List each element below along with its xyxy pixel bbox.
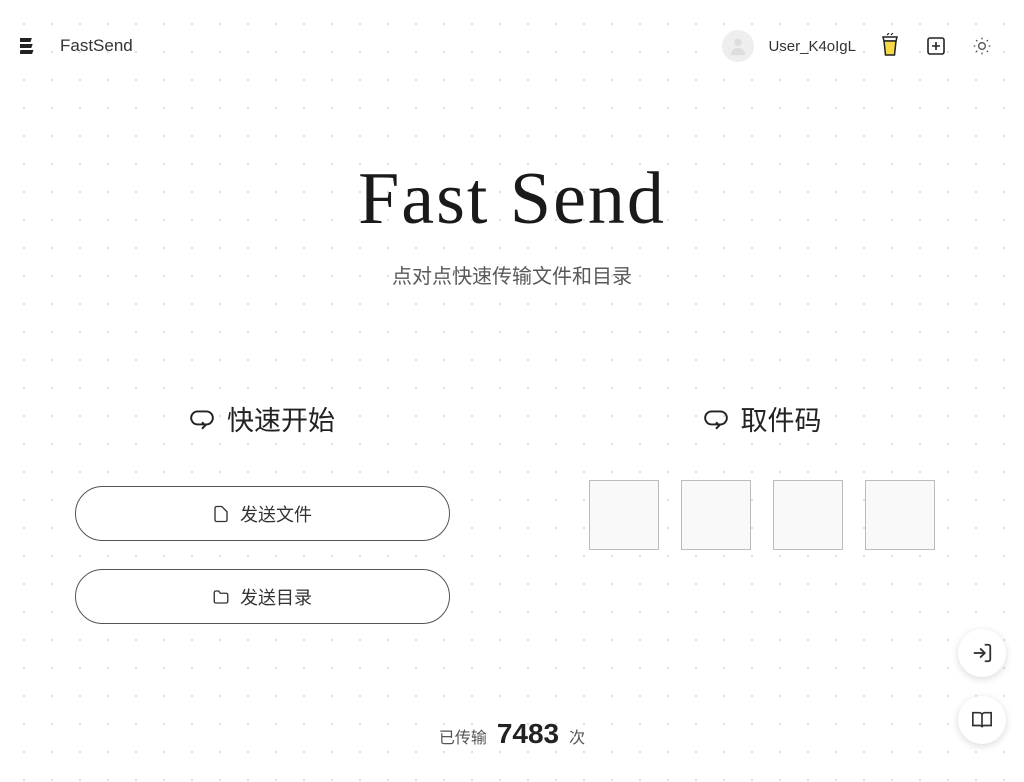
theme-sun-icon[interactable] <box>970 34 994 58</box>
logo-icon <box>20 34 50 58</box>
stats-prefix: 已传输 <box>439 724 487 748</box>
pickup-label: 取件码 <box>741 399 822 438</box>
hero-title: Fast Send <box>0 157 1024 242</box>
login-float-button[interactable] <box>958 629 1006 677</box>
code-box-2[interactable] <box>681 480 751 550</box>
send-file-button[interactable]: 发送文件 <box>75 486 450 541</box>
folder-icon <box>212 588 230 606</box>
avatar[interactable] <box>722 30 754 62</box>
quick-start-label: 快速开始 <box>227 399 335 438</box>
add-icon[interactable] <box>924 34 948 58</box>
book-icon <box>971 709 993 731</box>
code-input-group <box>552 480 972 550</box>
send-dir-button[interactable]: 发送目录 <box>75 569 450 624</box>
quick-start-heading: 快速开始 <box>52 399 472 438</box>
pickup-heading: 取件码 <box>552 399 972 438</box>
docs-float-button[interactable] <box>958 696 1006 744</box>
send-file-label: 发送文件 <box>240 501 312 527</box>
receive-icon <box>703 406 729 432</box>
logo-area[interactable]: FastSend <box>20 34 133 58</box>
stats-count: 7483 <box>497 718 559 750</box>
hero-subtitle: 点对点快速传输文件和目录 <box>0 260 1024 289</box>
transfer-stats: 已传输 7483 次 <box>0 718 1024 750</box>
code-box-1[interactable] <box>589 480 659 550</box>
donate-cup-icon[interactable] <box>878 34 902 58</box>
code-box-3[interactable] <box>773 480 843 550</box>
send-icon <box>189 406 215 432</box>
app-name: FastSend <box>60 36 133 56</box>
login-icon <box>971 642 993 664</box>
send-dir-label: 发送目录 <box>240 584 312 610</box>
stats-suffix: 次 <box>569 724 585 748</box>
username-label: User_K4oIgL <box>768 38 856 55</box>
file-icon <box>212 505 230 523</box>
code-box-4[interactable] <box>865 480 935 550</box>
